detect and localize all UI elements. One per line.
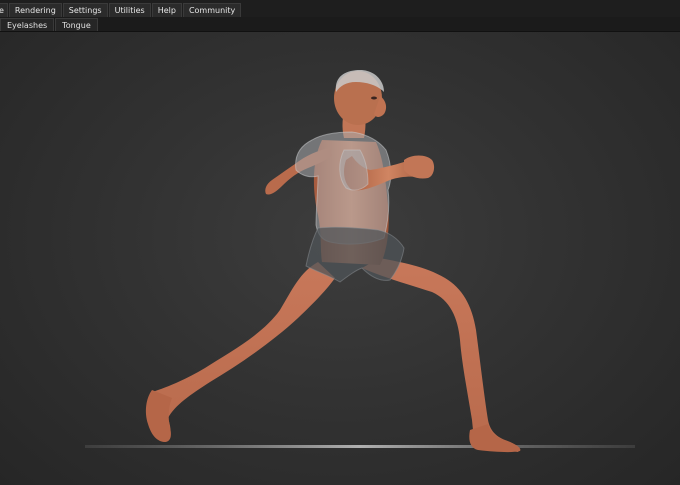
menu-item-settings[interactable]: Settings: [62, 3, 108, 17]
menu-item-help[interactable]: Help: [151, 3, 182, 17]
3d-viewport[interactable]: [0, 32, 680, 485]
back-leg: [148, 262, 335, 442]
app-window: e Rendering Settings Utilities Help Comm…: [0, 0, 680, 485]
menu-item-utilities[interactable]: Utilities: [108, 3, 151, 17]
front-leg: [362, 258, 520, 452]
ground-plane: [85, 445, 635, 448]
head: [334, 70, 387, 125]
sub-tab-bar: Eyelashes Tongue: [0, 17, 680, 32]
viewport-scene: [85, 70, 635, 453]
front-foot: [469, 424, 521, 453]
tab-eyelashes[interactable]: Eyelashes: [0, 18, 55, 31]
menu-item-rendering[interactable]: Rendering: [8, 3, 62, 17]
menu-item-community[interactable]: Community: [182, 3, 242, 17]
character-figure[interactable]: [145, 70, 521, 453]
tab-tongue[interactable]: Tongue: [55, 18, 98, 31]
menu-bar: e Rendering Settings Utilities Help Comm…: [0, 0, 680, 18]
back-foot: [145, 390, 172, 442]
menu-item-partial[interactable]: e: [0, 3, 8, 17]
